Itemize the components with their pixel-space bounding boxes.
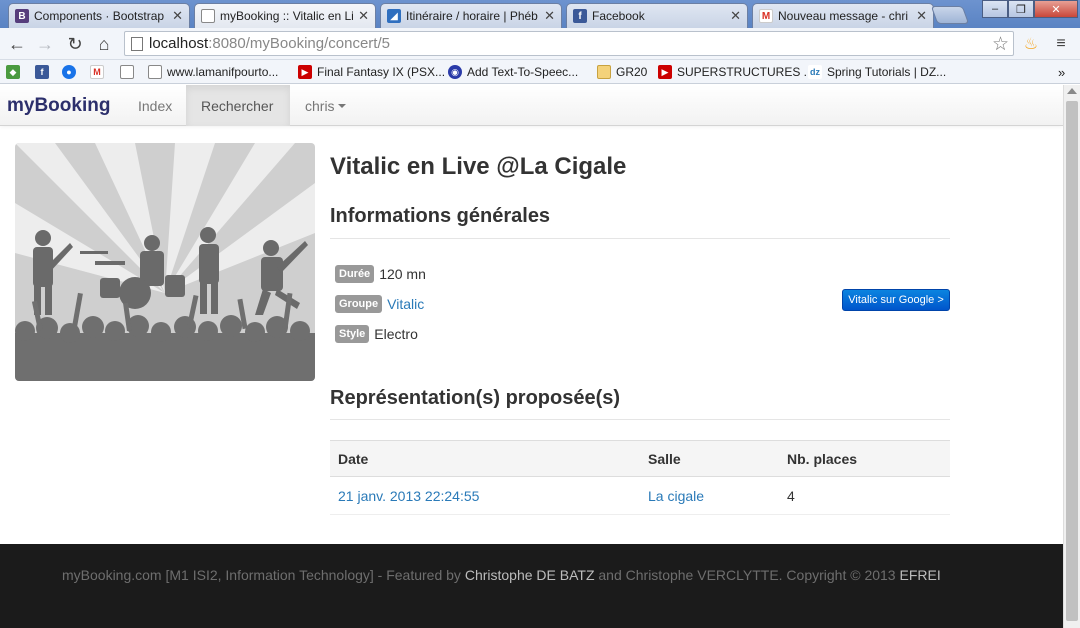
gmail-icon: M <box>759 9 773 23</box>
bookmark-item[interactable]: ▶ SUPERSTRUCTURES ... <box>658 63 814 81</box>
bookmark-star-icon[interactable]: ☆ <box>992 33 1009 56</box>
author-link[interactable]: Christophe DE BATZ <box>465 567 595 583</box>
site-footer: myBooking.com [M1 ISI2, Information Tech… <box>0 544 1063 628</box>
bookmark-item[interactable] <box>120 63 139 81</box>
close-tab-icon[interactable]: ✕ <box>730 8 741 24</box>
maximize-button[interactable]: ❐ <box>1008 0 1034 18</box>
browser-tab-strip: B Components · Bootstrap ✕ myBooking :: … <box>0 0 1080 28</box>
youtube-icon: ▶ <box>298 65 312 79</box>
duration-badge: Durée <box>335 265 375 283</box>
reload-icon[interactable]: ↻ <box>64 33 86 55</box>
gmail-icon: M <box>90 65 104 79</box>
representations-heading: Représentation(s) proposée(s) <box>330 387 621 409</box>
group-badge: Groupe <box>335 295 383 313</box>
close-tab-icon[interactable]: ✕ <box>172 8 183 24</box>
home-icon[interactable]: ⌂ <box>93 33 115 55</box>
bookmarks-overflow-icon[interactable]: » <box>1058 63 1065 81</box>
date-link[interactable]: 21 janv. 2013 22:24:55 <box>338 477 479 514</box>
bookmark-item[interactable]: M <box>90 63 109 81</box>
style-row: Style Electro <box>335 325 418 343</box>
browser-tab-active[interactable]: myBooking :: Vitalic en Live ✕ <box>194 3 376 28</box>
bookmark-item[interactable]: dz Spring Tutorials | DZ... <box>808 63 946 81</box>
extension-flame-icon[interactable]: ♨ <box>1020 33 1042 55</box>
header-salle: Salle <box>648 450 681 467</box>
table-row: 21 janv. 2013 22:24:55 La cigale 4 <box>330 477 950 515</box>
bookmark-item[interactable]: ● <box>62 63 81 81</box>
document-icon <box>120 65 134 79</box>
facebook-icon: f <box>35 65 49 79</box>
page-icon <box>131 36 143 51</box>
bookmark-item[interactable]: ▶ Final Fantasy IX (PSX... <box>298 63 445 81</box>
bookmark-item[interactable]: GR20 <box>597 63 647 81</box>
speech-icon: ◉ <box>448 65 462 79</box>
brand-logo[interactable]: myBooking <box>7 95 110 117</box>
page-title: Vitalic en Live @La Cigale <box>330 153 627 180</box>
document-icon <box>148 65 162 79</box>
divider <box>330 419 950 420</box>
globe-icon: ● <box>62 65 76 79</box>
close-window-button[interactable]: ✕ <box>1034 0 1078 18</box>
bootstrap-icon: B <box>15 9 29 23</box>
close-tab-icon[interactable]: ✕ <box>544 8 555 24</box>
bookmark-item[interactable]: ◉ Add Text-To-Speec... <box>448 63 578 81</box>
style-badge: Style <box>335 325 370 343</box>
extension-icon: ◆ <box>6 65 20 79</box>
browser-tab[interactable]: B Components · Bootstrap ✕ <box>8 3 190 28</box>
bookmark-item[interactable]: ◆ <box>6 63 25 81</box>
document-icon <box>201 9 215 23</box>
representations-table: Date Salle Nb. places 21 janv. 2013 22:2… <box>330 440 950 515</box>
footer-text: myBooking.com [M1 ISI2, Information Tech… <box>62 567 941 583</box>
browser-tab[interactable]: M Nouveau message - chri ✕ <box>752 3 934 28</box>
group-row: Groupe Vitalic <box>335 295 424 313</box>
page-viewport: myBooking Index Rechercher chris Vitalic… <box>0 85 1063 628</box>
nav-rechercher[interactable]: Rechercher <box>186 85 290 126</box>
bookmark-item[interactable]: www.lamanifpourto... <box>148 63 278 81</box>
concert-image <box>15 143 315 381</box>
salle-link[interactable]: La cigale <box>648 477 704 514</box>
vertical-scrollbar[interactable] <box>1063 85 1080 628</box>
map-icon: ◢ <box>387 9 401 23</box>
nav-user-dropdown[interactable]: chris <box>290 85 361 126</box>
browser-tab[interactable]: ◢ Itinéraire / horaire | Phéb ✕ <box>380 3 562 28</box>
duration-value: 120 mn <box>379 266 426 282</box>
general-info-heading: Informations générales <box>330 205 551 227</box>
site-navbar: myBooking Index Rechercher chris <box>0 85 1063 126</box>
efrei-link[interactable]: EFREI <box>899 567 940 583</box>
bookmarks-bar: ◆ f ● M www.lamanifpourto... ▶ Final Fant… <box>0 60 1080 84</box>
facebook-icon: f <box>573 9 587 23</box>
style-value: Electro <box>374 326 418 342</box>
folder-icon <box>597 65 611 79</box>
back-arrow-icon[interactable]: ← <box>6 33 28 55</box>
nav-index[interactable]: Index <box>123 85 187 126</box>
youtube-icon: ▶ <box>658 65 672 79</box>
scroll-up-icon[interactable] <box>1067 88 1077 94</box>
duration-row: Durée 120 mn <box>335 265 426 283</box>
new-tab-button[interactable] <box>930 6 970 24</box>
places-value: 4 <box>787 487 795 504</box>
forward-arrow-icon[interactable]: → <box>34 33 56 55</box>
browser-tab[interactable]: f Facebook ✕ <box>566 3 748 28</box>
dzone-icon: dz <box>808 65 822 79</box>
scroll-thumb[interactable] <box>1066 101 1078 621</box>
menu-icon[interactable]: ≡ <box>1050 33 1072 55</box>
close-tab-icon[interactable]: ✕ <box>916 8 927 24</box>
google-search-button[interactable]: Vitalic sur Google > <box>842 289 950 311</box>
divider <box>330 238 950 239</box>
group-link[interactable]: Vitalic <box>387 296 424 312</box>
minimize-button[interactable]: ‒ <box>982 0 1008 18</box>
browser-toolbar: ← → ↻ ⌂ localhost:8080/myBooking/concert… <box>0 28 1080 60</box>
address-bar[interactable]: localhost:8080/myBooking/concert/5 ☆ <box>124 31 1014 56</box>
bookmark-item[interactable]: f <box>35 63 54 81</box>
caret-down-icon <box>337 103 346 108</box>
header-date: Date <box>338 450 369 467</box>
table-header: Date Salle Nb. places <box>330 440 950 477</box>
header-places: Nb. places <box>787 450 858 467</box>
close-tab-icon[interactable]: ✕ <box>358 8 369 24</box>
